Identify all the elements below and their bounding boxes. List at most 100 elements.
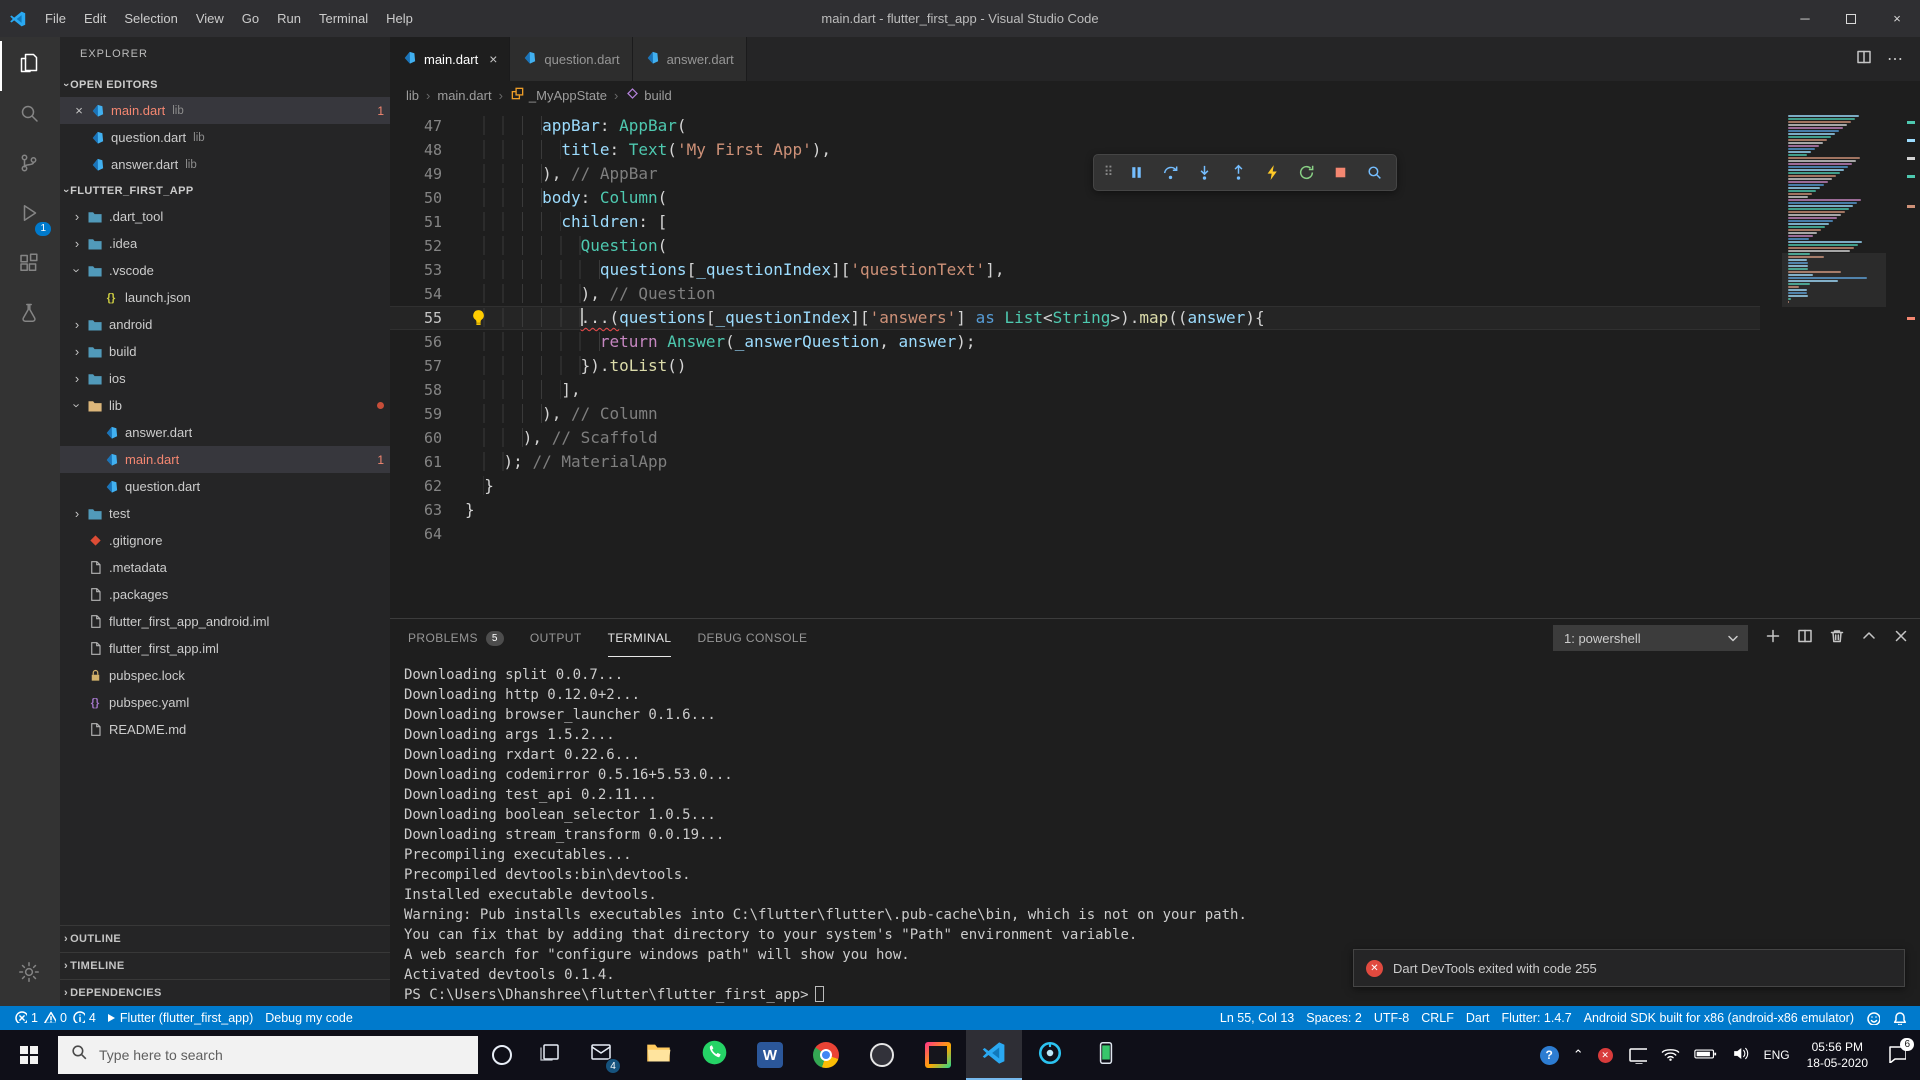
tree-item-build[interactable]: ›build (60, 338, 390, 365)
breadcrumb-build[interactable]: build (625, 86, 671, 104)
flutter-version-status[interactable]: Flutter: 1.4.7 (1496, 1011, 1578, 1025)
close-button[interactable]: × (1874, 0, 1920, 37)
tree-item-test[interactable]: ›test (60, 500, 390, 527)
encoding-status[interactable]: UTF-8 (1368, 1011, 1415, 1025)
minimap[interactable] (1782, 109, 1886, 307)
action-center-button[interactable]: 6 (1878, 1030, 1920, 1080)
tree-item-flutter_first_app.iml[interactable]: flutter_first_app.iml (60, 635, 390, 662)
help-button[interactable]: ? (1533, 1030, 1566, 1080)
taskbar-search-input[interactable] (99, 1047, 466, 1063)
section-timeline[interactable]: ›TIMELINE (60, 952, 390, 979)
project-header[interactable]: › FLUTTER_FIRST_APP (60, 178, 390, 203)
language-mode-status[interactable]: Dart (1460, 1011, 1496, 1025)
tree-item-android[interactable]: ›android (60, 311, 390, 338)
language-indicator[interactable]: ENG (1757, 1030, 1797, 1080)
taskbar-app-android-studio[interactable] (1022, 1030, 1078, 1080)
taskbar-clock[interactable]: 05:56 PM 18-05-2020 (1797, 1039, 1878, 1071)
section-outline[interactable]: ›OUTLINE (60, 925, 390, 952)
open-editor-main.dart[interactable]: ×main.dartlib1 (60, 97, 390, 124)
debug-config-status[interactable]: Debug my code (259, 1006, 359, 1030)
lightbulb-icon[interactable] (470, 309, 488, 327)
tree-item-.vscode[interactable]: ›.vscode (60, 257, 390, 284)
activity-testing[interactable] (0, 291, 60, 341)
taskbar-app-intellij-idea[interactable] (910, 1030, 966, 1080)
menu-go[interactable]: Go (233, 0, 268, 37)
tab-question.dart[interactable]: question.dart (510, 37, 632, 81)
close-icon[interactable]: × (489, 51, 497, 67)
menu-help[interactable]: Help (377, 0, 422, 37)
breadcrumb-lib[interactable]: lib (406, 88, 419, 103)
maximize-button[interactable] (1828, 0, 1874, 37)
taskbar-app-whatsapp[interactable] (686, 1030, 742, 1080)
cortana-button[interactable] (478, 1030, 526, 1080)
tree-item-.metadata[interactable]: .metadata (60, 554, 390, 581)
network-tray-icon[interactable] (1654, 1030, 1687, 1080)
close-panel-icon[interactable] (1893, 628, 1908, 648)
tree-item-pubspec.yaml[interactable]: {}pubspec.yaml (60, 689, 390, 716)
taskbar-app-file-explorer[interactable] (630, 1030, 686, 1080)
device-name-status[interactable]: Android SDK built for x86 (android-x86 e… (1578, 1011, 1860, 1025)
restart-button[interactable] (1290, 158, 1323, 188)
taskbar-app-visual-studio-code[interactable] (966, 1030, 1022, 1080)
tree-item-.idea[interactable]: ›.idea (60, 230, 390, 257)
tree-item-question.dart[interactable]: question.dart (60, 473, 390, 500)
tree-item-main.dart[interactable]: main.dart1 (60, 446, 390, 473)
indentation-status[interactable]: Spaces: 2 (1300, 1011, 1368, 1025)
menu-view[interactable]: View (187, 0, 233, 37)
open-editors-header[interactable]: › OPEN EDITORS (60, 72, 390, 97)
open-editor-answer.dart[interactable]: answer.dartlib (60, 151, 390, 178)
panel-tab-debug-console[interactable]: DEBUG CONSOLE (697, 619, 807, 657)
kill-terminal-icon[interactable] (1829, 628, 1844, 648)
maximize-panel-icon[interactable] (1861, 628, 1876, 648)
split-editor-icon[interactable] (1856, 49, 1871, 69)
display-tray-icon[interactable] (1620, 1030, 1654, 1080)
flutter-device-status[interactable]: Flutter (flutter_first_app) (102, 1006, 259, 1030)
tree-item-lib[interactable]: ›lib (60, 392, 390, 419)
menu-selection[interactable]: Selection (115, 0, 186, 37)
tray-expand-button[interactable]: ⌃ (1566, 1030, 1591, 1080)
feedback-icon[interactable] (1860, 1011, 1886, 1025)
problems-status[interactable]: 104 (8, 1006, 102, 1030)
menu-edit[interactable]: Edit (75, 0, 115, 37)
pause-button[interactable] (1120, 158, 1153, 188)
step-into-button[interactable] (1188, 158, 1221, 188)
activity-source-control[interactable] (0, 141, 60, 191)
volume-tray-icon[interactable] (1724, 1030, 1757, 1080)
split-terminal-icon[interactable] (1797, 628, 1812, 648)
breadcrumb-main.dart[interactable]: main.dart (437, 88, 491, 103)
menu-file[interactable]: File (36, 0, 75, 37)
tree-item-pubspec.lock[interactable]: pubspec.lock (60, 662, 390, 689)
cursor-position-status[interactable]: Ln 55, Col 13 (1214, 1011, 1300, 1025)
taskbar-app-app[interactable] (854, 1030, 910, 1080)
activity-extensions[interactable] (0, 241, 60, 291)
step-out-button[interactable] (1222, 158, 1255, 188)
open-editor-question.dart[interactable]: question.dartlib (60, 124, 390, 151)
step-over-button[interactable] (1154, 158, 1187, 188)
activity-settings[interactable] (0, 950, 60, 1000)
tree-item-.dart_tool[interactable]: ›.dart_tool (60, 203, 390, 230)
tab-answer.dart[interactable]: answer.dart (633, 37, 747, 81)
tab-main.dart[interactable]: main.dart× (390, 37, 510, 81)
sync-error-tray-icon[interactable]: ✕ (1591, 1030, 1620, 1080)
tree-item-README.md[interactable]: README.md (60, 716, 390, 743)
activity-run-debug[interactable]: 1 (0, 191, 60, 241)
task-view-button[interactable] (526, 1030, 574, 1080)
activity-explorer[interactable] (0, 41, 60, 91)
tree-item-.packages[interactable]: .packages (60, 581, 390, 608)
code-content[interactable]: 47 appBar: AppBar(48 title: Text('My Fir… (390, 109, 1760, 618)
menu-run[interactable]: Run (268, 0, 310, 37)
eol-status[interactable]: CRLF (1415, 1011, 1460, 1025)
tree-item-flutter_first_app_android.iml[interactable]: flutter_first_app_android.iml (60, 608, 390, 635)
menu-terminal[interactable]: Terminal (310, 0, 377, 37)
panel-tab-output[interactable]: OUTPUT (530, 619, 582, 657)
stop-button[interactable] (1324, 158, 1357, 188)
new-terminal-icon[interactable] (1765, 628, 1780, 648)
tree-item-launch.json[interactable]: {}launch.json (60, 284, 390, 311)
panel-tab-problems[interactable]: PROBLEMS5 (408, 619, 504, 657)
panel-tab-terminal[interactable]: TERMINAL (608, 619, 672, 657)
inspect-widget-button[interactable] (1358, 158, 1391, 188)
taskbar-app-chrome[interactable] (798, 1030, 854, 1080)
start-button[interactable] (0, 1030, 58, 1080)
breadcrumb-_MyAppState[interactable]: _MyAppState (510, 86, 607, 104)
bell-icon[interactable] (1886, 1011, 1912, 1025)
